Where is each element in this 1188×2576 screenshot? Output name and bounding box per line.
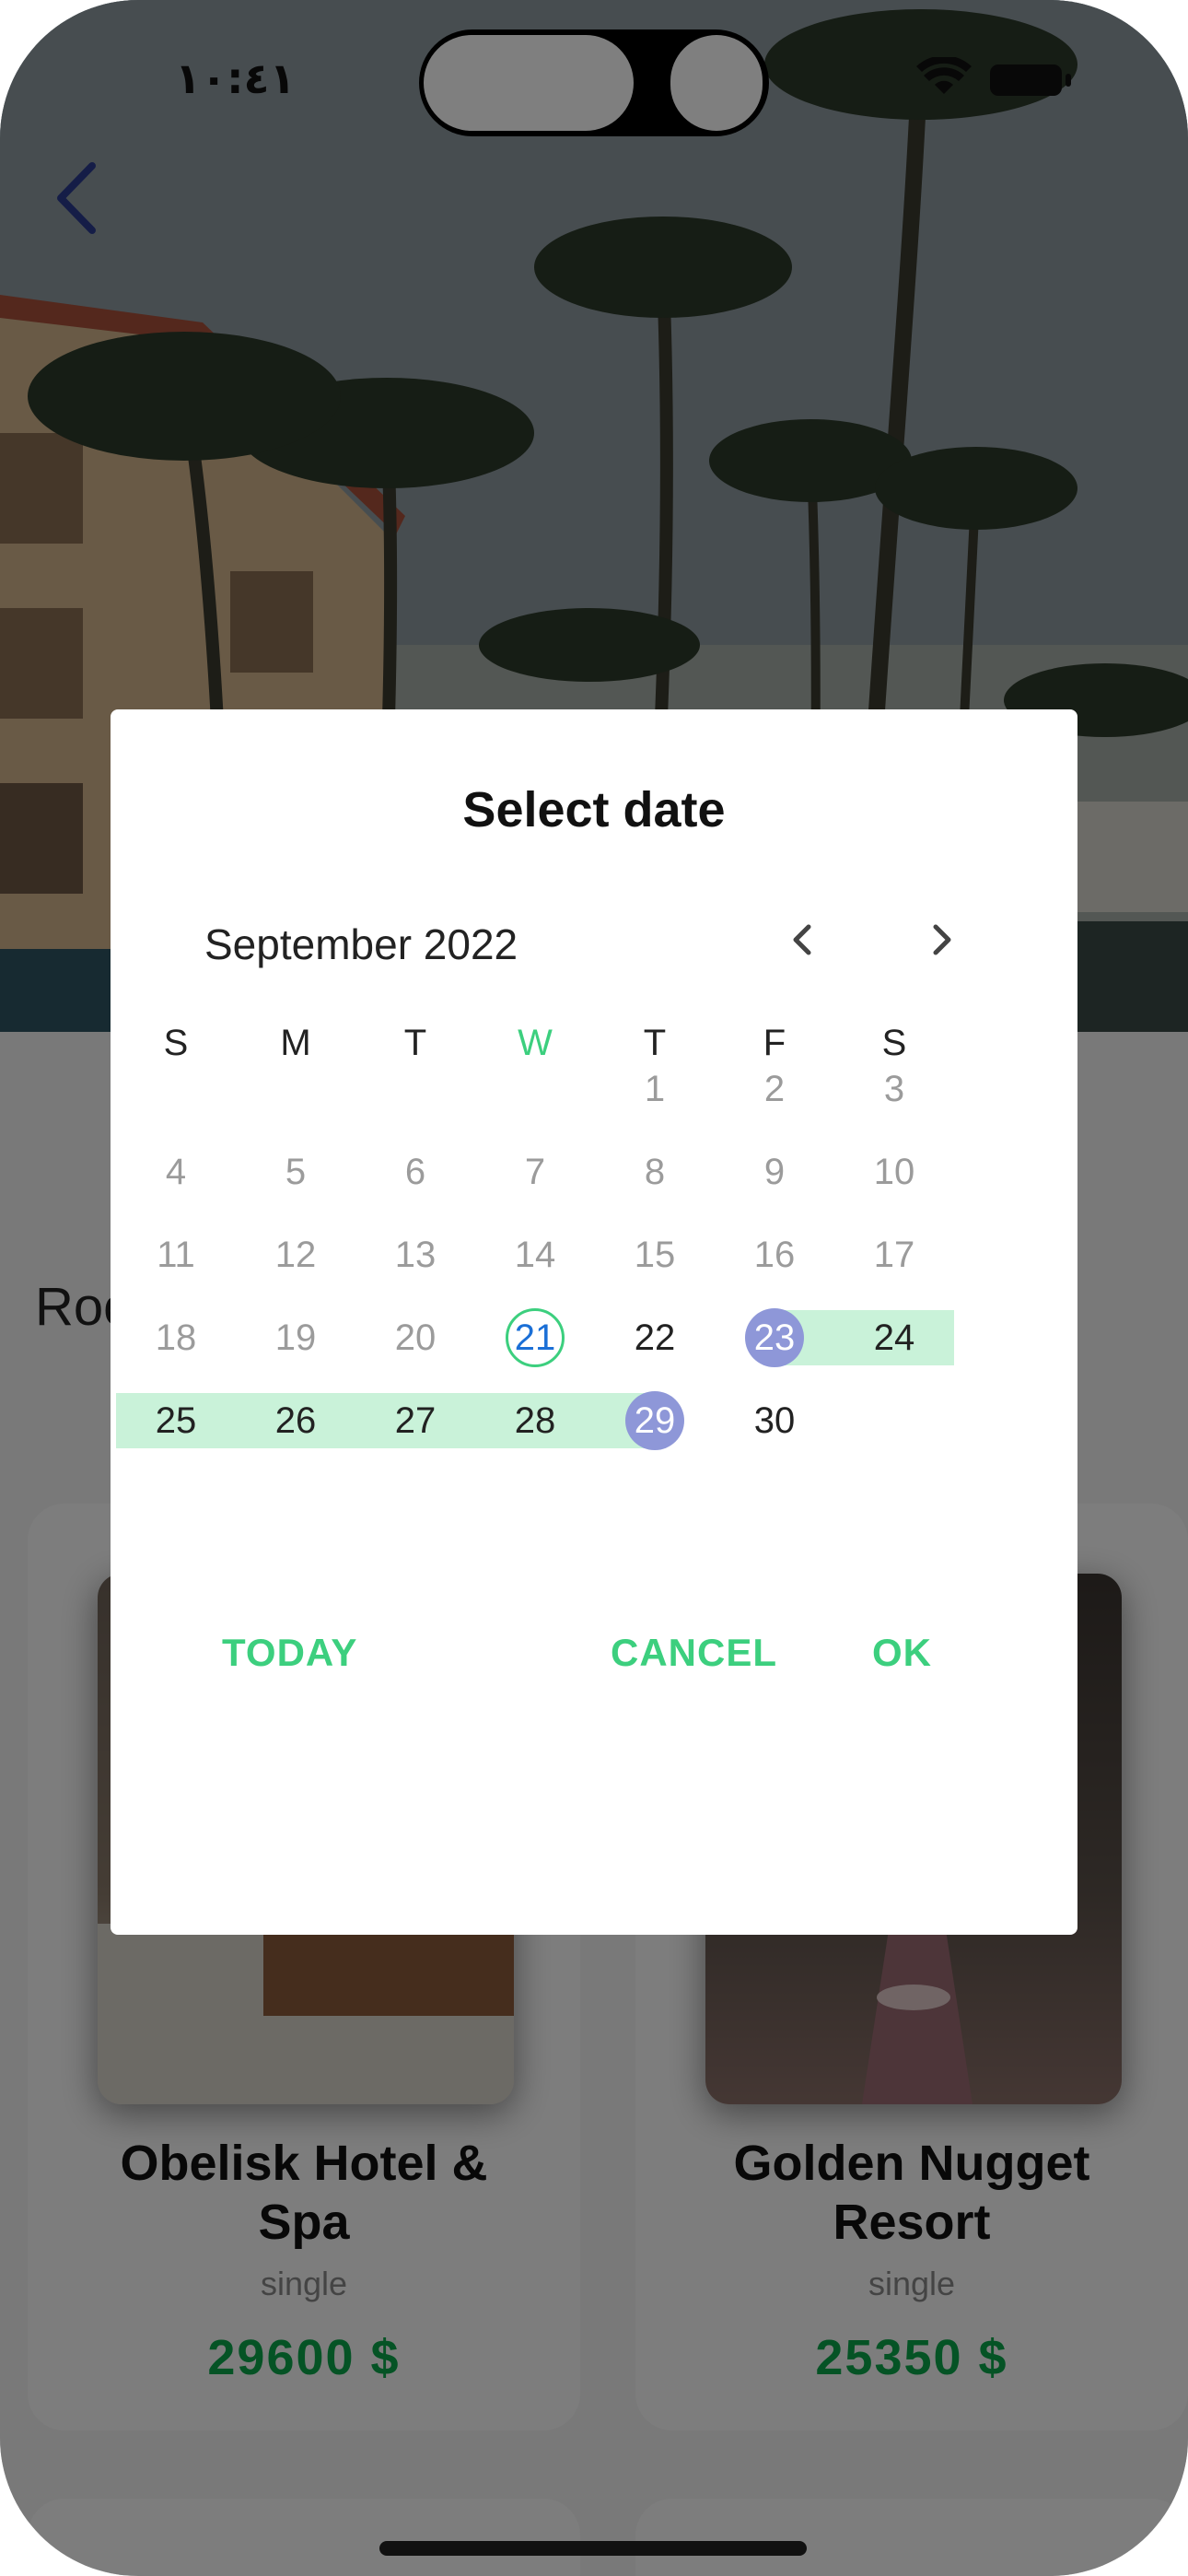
chevron-left-icon xyxy=(793,924,811,955)
calendar-day[interactable]: 22 xyxy=(595,1296,715,1379)
date-picker-dialog: Select date September 2022 SMTWTFS 12345… xyxy=(111,709,1077,1935)
calendar-day-number: 6 xyxy=(404,1151,426,1192)
weekday-label: S xyxy=(163,1023,189,1063)
calendar-day-number: 17 xyxy=(873,1234,915,1275)
calendar-day-number: 8 xyxy=(644,1151,666,1192)
calendar-day[interactable]: 17 xyxy=(834,1213,954,1296)
phone-screen: ١٠:٤١ Roo Obelisk Hotel xyxy=(0,0,1188,2576)
calendar-day-number: 29 xyxy=(634,1399,676,1441)
weekday-label: M xyxy=(280,1023,311,1063)
calendar-day[interactable]: 12 xyxy=(236,1213,355,1296)
calendar-day-number: 18 xyxy=(155,1317,197,1358)
calendar-day[interactable]: 9 xyxy=(715,1130,834,1213)
calendar-day[interactable]: 11 xyxy=(116,1213,236,1296)
calendar-day[interactable]: 19 xyxy=(236,1296,355,1379)
calendar-day[interactable]: 30 xyxy=(715,1379,834,1462)
calendar-day[interactable]: 8 xyxy=(595,1130,715,1213)
calendar-day[interactable]: 15 xyxy=(595,1213,715,1296)
next-month-button[interactable] xyxy=(914,912,969,967)
dialog-title: Select date xyxy=(462,782,726,837)
calendar-day-number: 2 xyxy=(763,1068,786,1109)
calendar-day[interactable]: 14 xyxy=(475,1213,595,1296)
today-button[interactable]: TODAY xyxy=(222,1631,357,1675)
calendar-day-number: 15 xyxy=(634,1234,676,1275)
calendar-day-number: 13 xyxy=(394,1234,437,1275)
calendar-day-number: 5 xyxy=(285,1151,307,1192)
calendar-day-number: 30 xyxy=(753,1399,796,1441)
ok-button[interactable]: OK xyxy=(872,1631,932,1675)
calendar-day[interactable]: 24 xyxy=(834,1296,954,1379)
calendar-day[interactable]: 5 xyxy=(236,1130,355,1213)
calendar-day-number: 10 xyxy=(873,1151,915,1192)
calendar-day-number: 16 xyxy=(753,1234,796,1275)
calendar-day-number: 19 xyxy=(274,1317,317,1358)
calendar-day-number: 1 xyxy=(644,1068,666,1109)
chevron-right-icon xyxy=(933,924,951,955)
calendar-day[interactable]: 13 xyxy=(355,1213,475,1296)
calendar-day[interactable]: 25 xyxy=(116,1379,236,1462)
calendar-day-number: 14 xyxy=(514,1234,556,1275)
calendar-day-number: 24 xyxy=(873,1317,915,1358)
calendar-day-number: 26 xyxy=(274,1399,317,1441)
calendar-day[interactable]: 3 xyxy=(834,1048,954,1130)
calendar-day-number: 21 xyxy=(514,1317,556,1358)
weekday-label: T xyxy=(403,1023,427,1063)
calendar-day-number: 22 xyxy=(634,1317,676,1358)
calendar-day-number: 20 xyxy=(394,1317,437,1358)
calendar-day-number: 3 xyxy=(883,1068,905,1109)
calendar-day[interactable]: 7 xyxy=(475,1130,595,1213)
calendar-day-number: 9 xyxy=(763,1151,786,1192)
calendar-day[interactable]: 20 xyxy=(355,1296,475,1379)
cancel-button[interactable]: CANCEL xyxy=(611,1631,777,1675)
home-indicator xyxy=(379,2541,807,2556)
calendar-day-number: 25 xyxy=(155,1399,197,1441)
calendar-day[interactable]: 6 xyxy=(355,1130,475,1213)
calendar-day[interactable]: 29 xyxy=(595,1379,715,1462)
calendar-day[interactable]: 2 xyxy=(715,1048,834,1130)
calendar-day[interactable]: 21 xyxy=(475,1296,595,1379)
calendar-day[interactable]: 1 xyxy=(595,1048,715,1130)
calendar-day-number: 27 xyxy=(394,1399,437,1441)
calendar-day-number: 4 xyxy=(165,1151,187,1192)
calendar-day-number: 11 xyxy=(157,1234,195,1275)
calendar-day[interactable]: 18 xyxy=(116,1296,236,1379)
calendar-day-number: 28 xyxy=(514,1399,556,1441)
calendar-day-number: 23 xyxy=(753,1317,796,1358)
calendar-day[interactable]: 4 xyxy=(116,1130,236,1213)
calendar-day[interactable]: 10 xyxy=(834,1130,954,1213)
calendar-day-number: 12 xyxy=(274,1234,317,1275)
weekday-label: W xyxy=(518,1023,553,1063)
calendar-day[interactable]: 28 xyxy=(475,1379,595,1462)
month-label[interactable]: September 2022 xyxy=(204,919,518,969)
calendar-day[interactable]: 27 xyxy=(355,1379,475,1462)
calendar-day[interactable]: 26 xyxy=(236,1379,355,1462)
calendar-day[interactable]: 23 xyxy=(715,1296,834,1379)
calendar-day[interactable]: 16 xyxy=(715,1213,834,1296)
previous-month-button[interactable] xyxy=(775,912,831,967)
calendar-day-number: 7 xyxy=(524,1151,546,1192)
